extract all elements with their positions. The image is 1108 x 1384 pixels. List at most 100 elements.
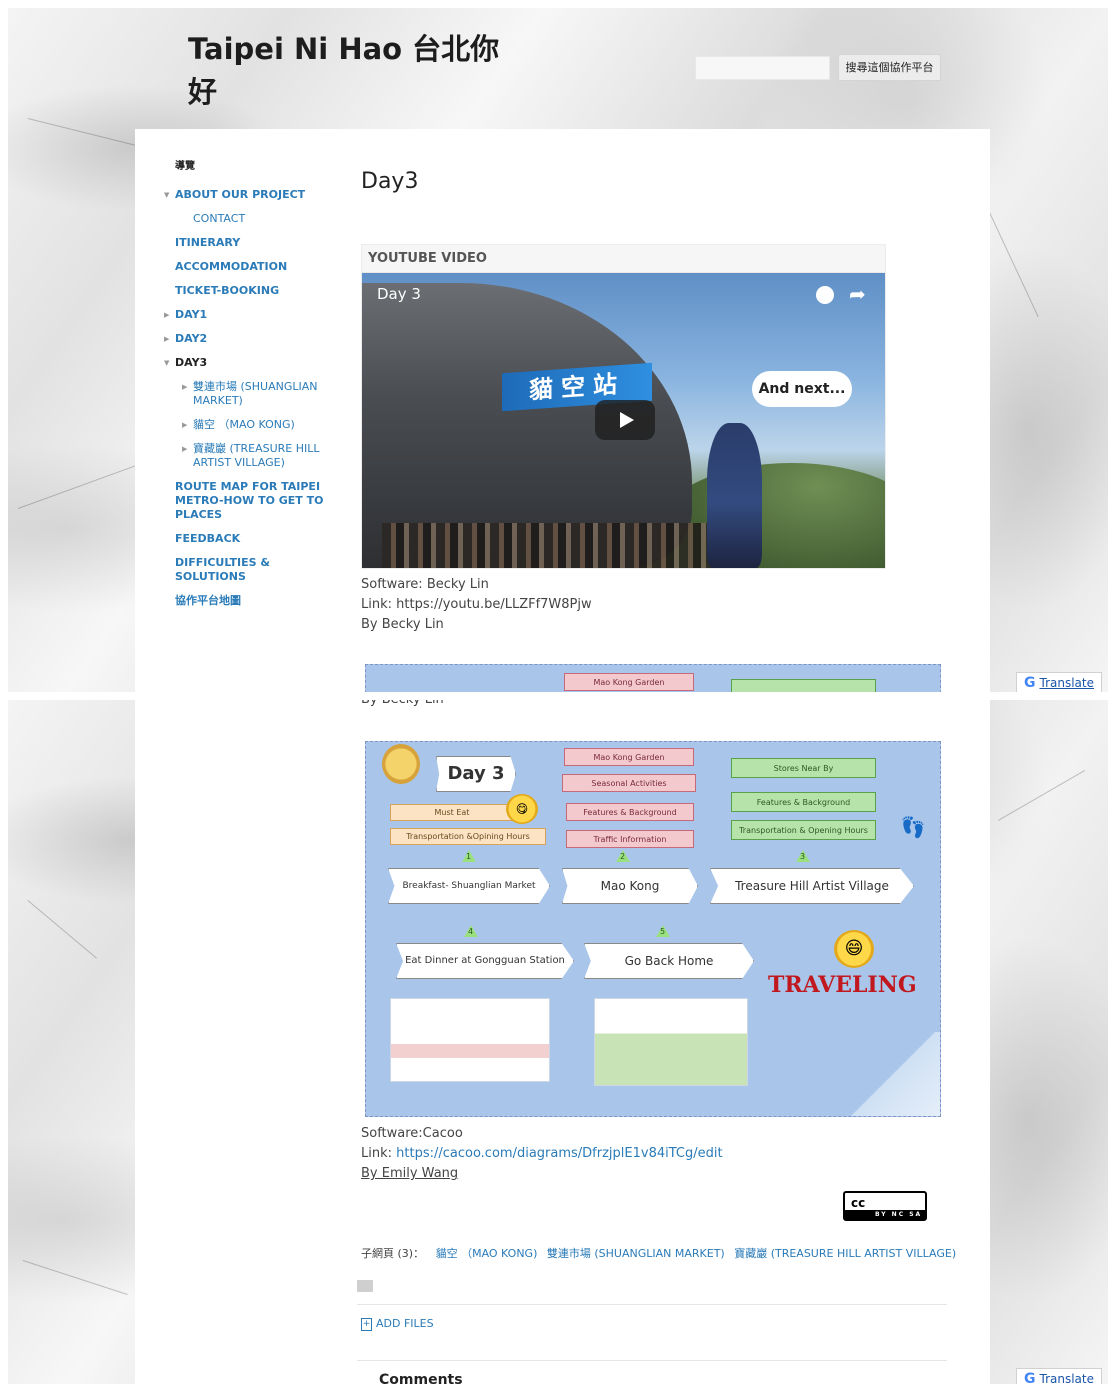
play-icon[interactable] — [595, 400, 655, 440]
nav-label: DAY3 — [175, 356, 208, 369]
expand-arrow-icon[interactable]: ▼ — [164, 356, 169, 370]
add-files-link[interactable]: ADD FILES — [376, 1317, 434, 1330]
nav-label: CONTACT — [193, 212, 246, 225]
nav-item-shuanglian[interactable]: ▶ 雙連市場 (SHUANGLIAN MARKET) — [175, 380, 335, 408]
nav-item-itinerary[interactable]: ITINERARY — [175, 236, 335, 250]
marble-vein — [18, 463, 141, 509]
diagram-box: Traffic Information — [566, 830, 694, 848]
marble-vein — [987, 208, 1039, 318]
nav-item-day2[interactable]: ▶ DAY2 — [164, 332, 335, 346]
subpages-label: 子網頁 (3)： — [361, 1247, 425, 1260]
nav-label: DAY1 — [175, 308, 208, 321]
diagram-box: Features & Background — [566, 803, 694, 821]
laughing-smiley-icon: 😄 — [834, 930, 874, 968]
video-author: By Becky Lin — [361, 617, 444, 632]
translate-button[interactable]: G Translate — [1016, 672, 1102, 692]
diagram-box: Stores Near By — [731, 758, 876, 778]
step-box: Mao Kong — [562, 868, 698, 904]
footprints-icon: 👣 — [900, 815, 926, 839]
nav-label: 貓空 （MAO KONG) — [193, 418, 295, 431]
creative-commons-badge[interactable]: cc BY NC SA — [843, 1191, 927, 1221]
nav-item-treasure-hill[interactable]: ▶ 寶藏巖 (TREASURE HILL ARTIST VILLAGE) — [175, 442, 335, 470]
collapse-arrow-icon[interactable]: ▶ — [182, 380, 187, 394]
diagram-box: Mao Kong Garden — [564, 673, 694, 691]
nav-item-day3[interactable]: ▼ DAY3 — [164, 356, 335, 370]
video-link: Link: https://youtu.be/LLZFf7W8Pjw — [361, 597, 592, 612]
marble-vein — [22, 1260, 128, 1295]
site-title[interactable]: Taipei Ni Hao 台北你好 — [188, 28, 518, 114]
nav-item-accommodation[interactable]: ACCOMMODATION — [175, 260, 335, 274]
video-software: Software: Becky Lin — [361, 577, 489, 592]
step-marker: 1 — [462, 850, 476, 862]
folder-icon[interactable] — [357, 1280, 373, 1292]
share-icon[interactable]: ➦ — [849, 282, 866, 306]
step-marker: 5 — [656, 925, 670, 937]
itinerary-diagram[interactable]: Day 3 Mao Kong Garden Seasonal Activitie… — [365, 741, 941, 1117]
collapse-arrow-icon[interactable]: ▶ — [182, 442, 187, 456]
diagram-box: Must Eat — [390, 804, 514, 821]
divider — [357, 1304, 947, 1305]
content-panel: By Becky Lin Day 3 Mao Kong Garden Seaso… — [135, 700, 990, 1384]
crowd-image — [382, 523, 742, 568]
nav-item-about[interactable]: ▼ ABOUT OUR PROJECT — [164, 188, 335, 202]
step-box: Go Back Home — [584, 943, 754, 979]
collapse-arrow-icon[interactable]: ▶ — [164, 308, 169, 322]
nav-item-route-map[interactable]: ROUTE MAP FOR TAIPEI METRO-HOW TO GET TO… — [175, 480, 335, 522]
nav-label: 寶藏巖 (TREASURE HILL ARTIST VILLAGE) — [193, 442, 320, 469]
cut-author-text: By Becky Lin — [361, 700, 444, 710]
step-box: Treasure Hill Artist Village — [710, 868, 914, 904]
nav-item-maokong[interactable]: ▶ 貓空 （MAO KONG) — [175, 418, 335, 432]
nav-item-day1[interactable]: ▶ DAY1 — [164, 308, 335, 322]
collapse-arrow-icon[interactable]: ▶ — [164, 332, 169, 346]
add-files-row[interactable]: + ADD FILES — [361, 1314, 434, 1334]
medal-icon — [382, 744, 420, 784]
translate-label: Translate — [1039, 1372, 1095, 1384]
marble-vein — [998, 770, 1086, 821]
person-image — [707, 423, 762, 568]
content-panel: 導覽 ▼ ABOUT OUR PROJECT CONTACT ITINERARY… — [135, 129, 990, 692]
nav-item-ticket-booking[interactable]: TICKET-BOOKING — [175, 284, 335, 298]
nav-item-feedback[interactable]: FEEDBACK — [175, 532, 335, 546]
youtube-gadget: YOUTUBE VIDEO 貓空站 Day 3 ➦ And next... — [361, 244, 886, 569]
expand-arrow-icon[interactable]: ▼ — [164, 188, 169, 202]
link-prefix: Link: — [361, 1146, 397, 1161]
divider — [357, 1360, 947, 1361]
diagram-box: Mao Kong Garden — [564, 748, 694, 766]
google-g-icon: G — [1024, 675, 1036, 691]
add-file-icon[interactable]: + — [361, 1317, 372, 1331]
nav-label: 雙連市場 (SHUANGLIAN MARKET) — [193, 380, 318, 407]
diagram-preview: Mao Kong Garden — [365, 664, 941, 692]
subpage-link[interactable]: 雙連市場 (SHUANGLIAN MARKET) — [547, 1247, 725, 1260]
subpage-link[interactable]: 寶藏巖 (TREASURE HILL ARTIST VILLAGE) — [734, 1247, 956, 1260]
translate-button[interactable]: G Translate — [1016, 1368, 1102, 1384]
nav-item-sitemap[interactable]: 協作平台地圖 — [175, 594, 335, 608]
step-box: Eat Dinner at Gongguan Station — [396, 943, 574, 979]
smiley-icon: 😋 — [506, 794, 538, 824]
diagram-box — [731, 679, 876, 692]
nav-item-difficulties[interactable]: DIFFICULTIES & SOLUTIONS — [175, 556, 335, 584]
screenshot-bottom: By Becky Lin Day 3 Mao Kong Garden Seaso… — [8, 700, 1108, 1384]
nav-heading: 導覽 — [175, 161, 195, 172]
go-home-illustration — [594, 998, 748, 1086]
nav-label: DAY2 — [175, 332, 208, 345]
diagram-box: Features & Background — [731, 792, 876, 812]
traveling-label: TRAVELING — [768, 972, 916, 998]
step-marker: 4 — [464, 925, 478, 937]
search-button[interactable]: 搜尋這個協作平台 — [838, 54, 941, 81]
cacoo-link[interactable]: https://cacoo.com/diagrams/DfrzjplE1v84i… — [396, 1146, 722, 1161]
subpage-link[interactable]: 貓空 （MAO KONG) — [436, 1247, 538, 1260]
diagram-link-row: Link: https://cacoo.com/diagrams/Dfrzjpl… — [361, 1144, 723, 1164]
video-title[interactable]: Day 3 — [377, 285, 421, 303]
diagram-author[interactable]: By Emily Wang — [361, 1164, 458, 1184]
diagram-day-label: Day 3 — [436, 756, 516, 792]
dinner-illustration — [390, 998, 550, 1082]
diagram-box: Transportation & Opening Hours — [731, 820, 876, 840]
collapse-arrow-icon[interactable]: ▶ — [182, 418, 187, 432]
diagram-box: Seasonal Activities — [562, 774, 696, 792]
watch-later-icon[interactable] — [816, 286, 834, 304]
translate-label: Translate — [1039, 676, 1095, 690]
nav-item-contact[interactable]: CONTACT — [175, 212, 335, 226]
search-input[interactable] — [695, 56, 830, 80]
page-title: Day3 — [361, 169, 419, 194]
youtube-player[interactable]: 貓空站 Day 3 ➦ And next... — [362, 273, 885, 568]
